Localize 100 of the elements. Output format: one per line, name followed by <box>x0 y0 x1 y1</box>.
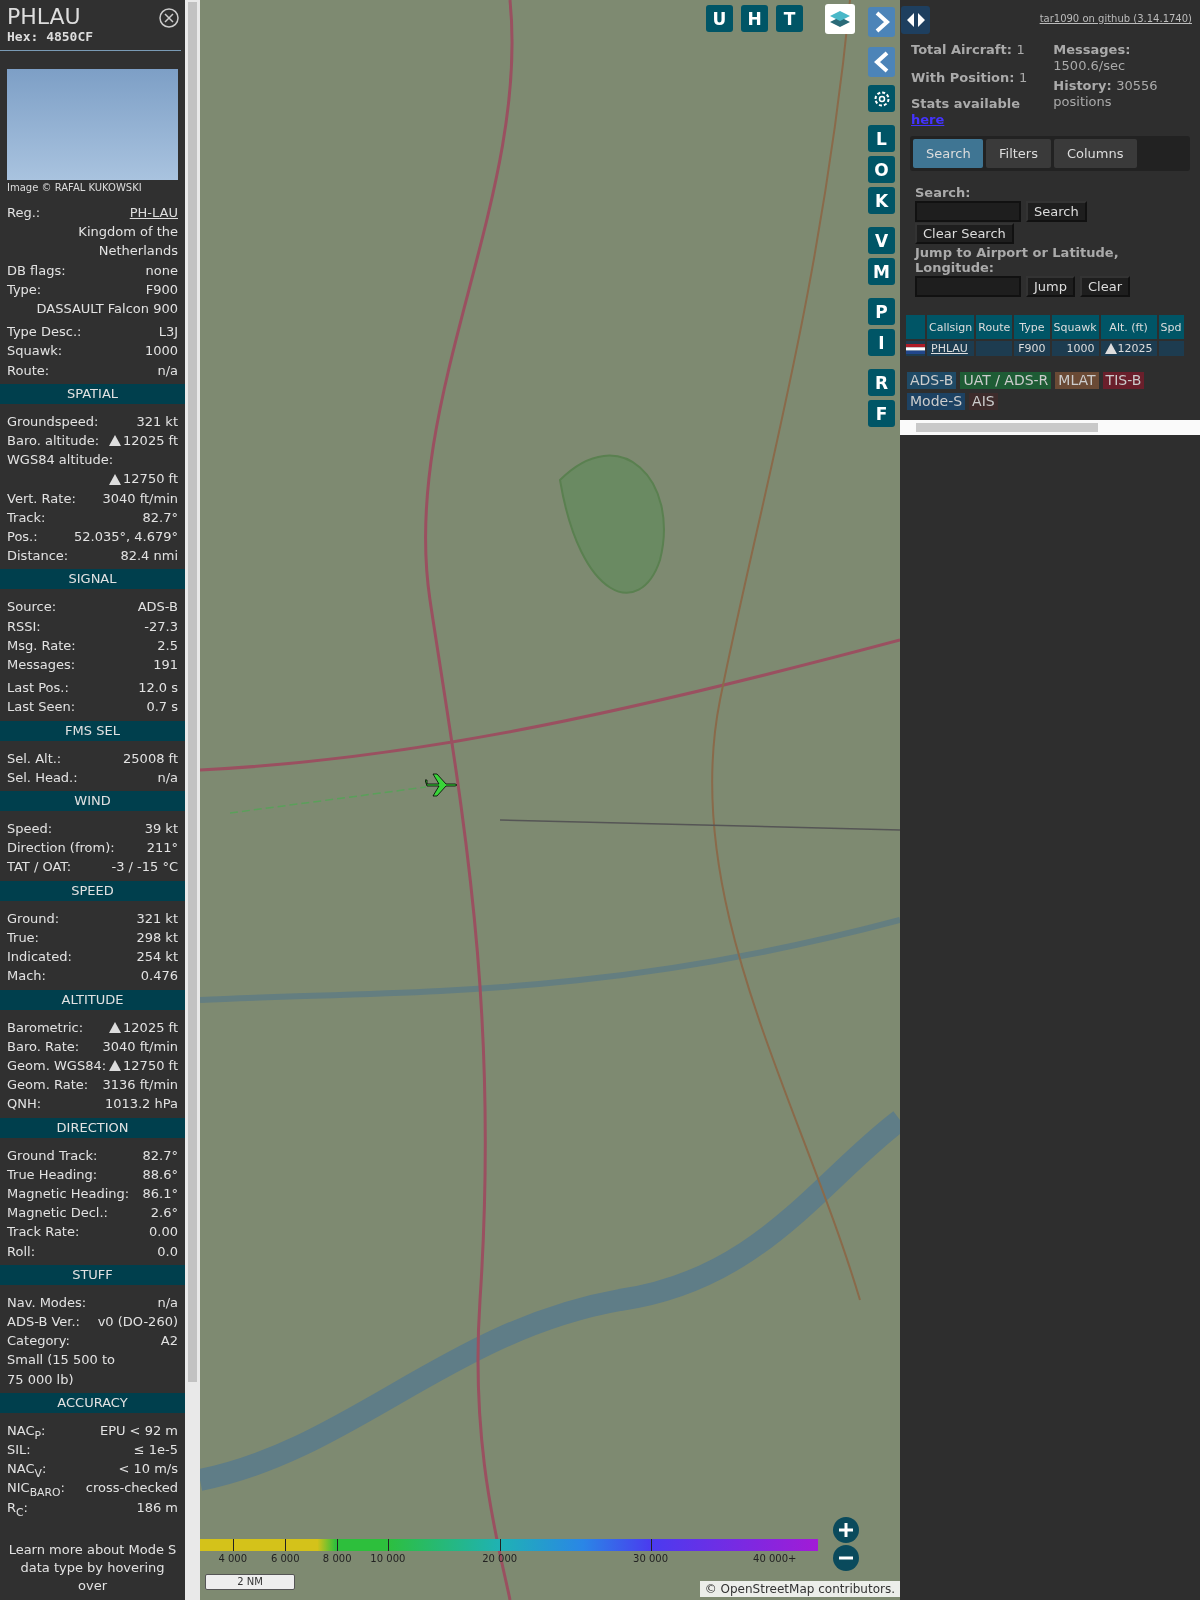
horizontal-scrollbar[interactable] <box>900 420 1200 435</box>
left-right-arrows-icon <box>905 13 926 27</box>
source-badge: ADS-B <box>907 372 957 389</box>
aircraft-title: PHLAU <box>7 5 82 29</box>
column-header[interactable]: Alt. (ft) <box>1100 315 1157 339</box>
search-button[interactable]: Search <box>1026 201 1087 222</box>
field-label: DB flags: <box>7 261 66 280</box>
map-toggle-button[interactable]: O <box>868 156 895 183</box>
section-header: SPATIAL <box>0 383 185 404</box>
field-label: Direction (from): <box>7 839 115 858</box>
map-toggle-button[interactable]: L <box>868 125 895 152</box>
field-value: none <box>145 261 178 280</box>
table-cell: 1000 <box>1051 341 1099 356</box>
field-label: Messages: <box>7 656 76 675</box>
stat-text: Total Aircraft: 1 <box>911 42 1026 58</box>
field-label: NIC$_{BARO}$: <box>7 1479 65 1498</box>
field-value: 3136 ft/min <box>102 1076 178 1095</box>
minus-icon <box>838 1556 854 1560</box>
field-value: 191 <box>153 656 178 675</box>
collapse-button[interactable] <box>868 47 895 77</box>
column-header[interactable]: Type <box>1014 315 1050 339</box>
map-toggle-button[interactable]: U <box>706 5 733 32</box>
field-label: Pos.: <box>7 528 38 547</box>
map-toggle-button[interactable]: K <box>868 187 895 214</box>
map-toggle-button[interactable]: V <box>868 227 895 254</box>
field-label: Last Pos.: <box>7 679 69 698</box>
panel-toggle-button[interactable] <box>901 6 930 34</box>
airplane-icon[interactable] <box>425 772 459 798</box>
field-label: Mach: <box>7 967 46 986</box>
field-value: 0.7 s <box>146 698 178 717</box>
column-header[interactable]: Route <box>976 315 1013 339</box>
climb-icon <box>109 473 122 485</box>
panel-tab[interactable]: Filters <box>986 139 1051 168</box>
column-header[interactable]: Callsign <box>927 315 975 339</box>
field-value: 12025 ft <box>123 1018 178 1037</box>
field-value: cross-checked <box>85 1479 178 1498</box>
clear-search-button[interactable]: Clear Search <box>915 223 1014 244</box>
registration-link[interactable]: PH-LAU <box>129 203 178 223</box>
field-label: Geom. WGS84: <box>7 1056 107 1075</box>
field-value: -27.3 <box>144 617 178 636</box>
field-label: Magnetic Decl.: <box>7 1204 108 1223</box>
field-value: 82.7° <box>142 1146 178 1165</box>
map-toggle-button[interactable]: F <box>868 400 895 427</box>
field-label: Track: <box>7 508 46 527</box>
table-cell <box>1158 341 1184 356</box>
field-label: Sel. Head.: <box>7 768 78 787</box>
column-header[interactable]: Spd <box>1158 315 1184 339</box>
section-header: ACCURACY <box>0 1392 185 1413</box>
field-label: Squawk: <box>7 342 63 361</box>
photo-credit: Image © RAFAL KUKOWSKI <box>6 181 143 195</box>
field-label: ADS-B Ver.: <box>7 1312 80 1331</box>
expand-button[interactable] <box>868 7 895 37</box>
column-header[interactable]: Squawk <box>1051 315 1099 339</box>
field-label: Nav. Modes: <box>7 1293 87 1312</box>
field-label: SIL: <box>7 1440 31 1459</box>
jump-button[interactable]: Jump <box>1026 276 1075 297</box>
settings-button[interactable] <box>868 85 895 112</box>
field-label: True Heading: <box>7 1165 98 1184</box>
map-toggle-button[interactable]: I <box>868 329 895 356</box>
search-field[interactable] <box>915 201 1021 222</box>
field-value: F900 <box>145 280 178 299</box>
field-value: DASSAULT Falcon 900 <box>36 300 178 318</box>
scale-bar: 2 NM <box>205 1574 295 1590</box>
attribution-link[interactable]: OpenStreetMap <box>720 1582 815 1596</box>
field-label: Reg.: <box>7 204 41 222</box>
map-attribution: © OpenStreetMap contributors. <box>699 1581 900 1597</box>
map-toggle-button[interactable]: R <box>868 369 895 396</box>
altitude-label: 20 000 <box>482 1553 518 1564</box>
github-link[interactable]: tar1090 on github (3.14.1740) <box>1039 13 1192 24</box>
field-value: 0.0 <box>157 1242 178 1261</box>
map-toggle-button[interactable]: T <box>776 5 803 32</box>
field-label: Vert. Rate: <box>7 489 76 508</box>
panel-tab[interactable]: Search <box>913 139 983 168</box>
map-toggle-button[interactable]: P <box>868 298 895 325</box>
map-toggle-button[interactable]: M <box>868 258 895 285</box>
jump-field[interactable] <box>915 276 1021 297</box>
field-label: Baro. Rate: <box>7 1037 80 1056</box>
chevron-left-icon <box>873 51 890 73</box>
search-label: Search: <box>915 185 972 200</box>
field-label: Magnetic Heading: <box>7 1184 130 1203</box>
field-value: 82.7° <box>142 508 178 527</box>
scrollbar[interactable] <box>185 0 200 1600</box>
close-icon[interactable] <box>159 8 179 28</box>
climb-icon <box>109 1060 122 1071</box>
clear-button[interactable]: Clear <box>1080 276 1130 297</box>
field-label: R$_{C}$: <box>7 1498 28 1517</box>
field-value: L3J <box>158 323 178 342</box>
field-label: Type: <box>7 280 42 299</box>
panel-tab[interactable]: Columns <box>1053 139 1137 168</box>
map-toggle-button[interactable]: H <box>741 5 768 32</box>
layers-button[interactable] <box>825 4 855 34</box>
section-header: ALTITUDE <box>0 989 185 1010</box>
field-value: 88.6° <box>142 1165 178 1184</box>
section-header: SIGNAL <box>0 569 185 590</box>
field-value: 1013.2 hPa <box>104 1095 178 1114</box>
field-value: ADS-B <box>137 598 178 617</box>
field-label: Speed: <box>7 820 53 839</box>
plus-icon <box>838 1522 854 1538</box>
field-label: Geom. Rate: <box>7 1076 89 1095</box>
field-value: 298 kt <box>136 928 178 947</box>
